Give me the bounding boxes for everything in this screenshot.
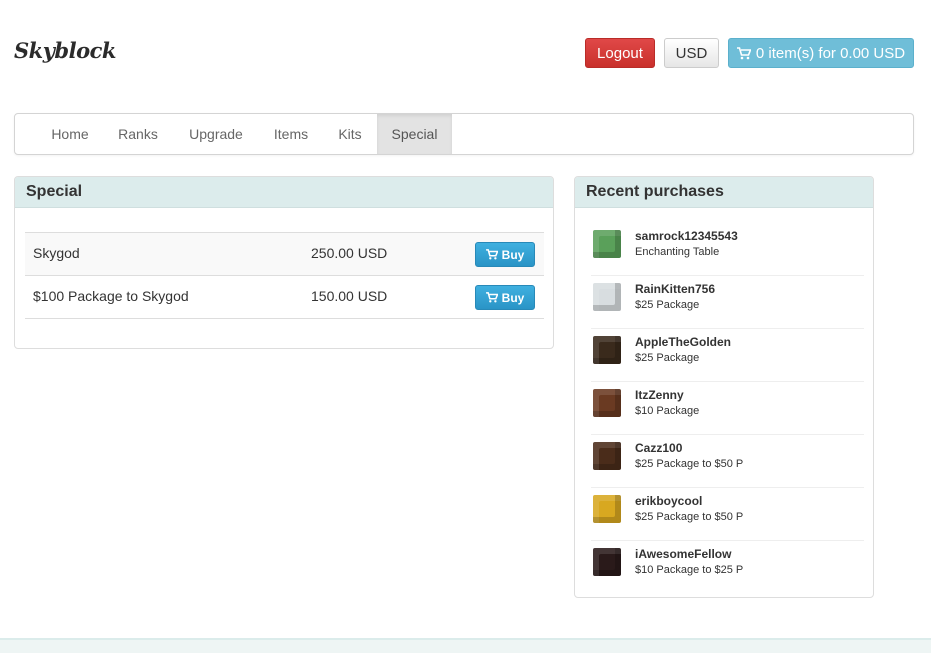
purchase-item: iAwesomeFellow $10 Package to $25 P (591, 541, 864, 594)
purchase-package: $25 Package (635, 299, 700, 311)
purchase-username: AppleTheGolden (635, 335, 731, 349)
logout-button[interactable]: Logout (585, 38, 655, 68)
recent-purchases-panel: Recent purchases samrock12345543 Enchanti… (574, 176, 874, 598)
package-table: Skygod 250.00 USD Buy $100 Package to Sk… (25, 232, 544, 319)
purchase-item: samrock12345543 Enchanting Table (591, 223, 864, 276)
purchase-package: $25 Package to $50 P (635, 511, 744, 523)
purchase-username: Cazz100 (635, 441, 683, 455)
buy-label: Buy (501, 290, 525, 305)
cart-button[interactable]: 0 item(s) for 0.00 USD (728, 38, 914, 68)
nav-item-ranks[interactable]: Ranks (105, 114, 171, 154)
player-avatar (593, 548, 621, 576)
purchase-package: $10 Package (635, 405, 700, 417)
player-avatar (593, 283, 621, 311)
player-avatar (593, 495, 621, 523)
player-avatar (593, 230, 621, 258)
currency-button[interactable]: USD (664, 38, 719, 68)
purchase-item: RainKitten756 $25 Package (591, 276, 864, 329)
package-name: $100 Package to Skygod (33, 288, 189, 304)
purchase-item: AppleTheGolden $25 Package (591, 329, 864, 382)
footer-divider (0, 638, 931, 653)
package-row: $100 Package to Skygod 150.00 USD Buy (25, 276, 544, 319)
purchase-item: Cazz100 $25 Package to $50 P (591, 435, 864, 488)
purchase-item: erikboycool $25 Package to $50 P (591, 488, 864, 541)
purchase-package: $10 Package to $25 P (635, 564, 744, 576)
purchase-item: ItzZenny $10 Package (591, 382, 864, 435)
cart-icon (736, 46, 751, 59)
nav-item-home[interactable]: Home (37, 114, 103, 154)
nav-item-items[interactable]: Items (260, 114, 322, 154)
purchase-package: Enchanting Table (635, 246, 720, 258)
cart-icon (485, 292, 498, 303)
package-price: 250.00 USD (311, 245, 388, 261)
main-navbar: Home Ranks Upgrade Items Kits Special (14, 113, 914, 155)
special-panel: Special Skygod 250.00 USD Buy $100 Packa… (14, 176, 554, 349)
package-name: Skygod (33, 245, 80, 261)
cart-icon (485, 249, 498, 260)
recent-purchases-title: Recent purchases (575, 177, 873, 208)
buy-button[interactable]: Buy (475, 285, 535, 310)
site-logo[interactable]: Skyblock (14, 38, 116, 63)
nav-item-kits[interactable]: Kits (328, 114, 372, 154)
player-avatar (593, 389, 621, 417)
package-price: 150.00 USD (311, 288, 388, 304)
buy-button[interactable]: Buy (475, 242, 535, 267)
purchase-username: iAwesomeFellow (635, 547, 732, 561)
purchase-package: $25 Package (635, 352, 700, 364)
cart-label: 0 item(s) for 0.00 USD (755, 44, 906, 62)
purchase-username: samrock12345543 (635, 229, 738, 243)
purchase-username: ItzZenny (635, 388, 684, 402)
player-avatar (593, 442, 621, 470)
purchase-package: $25 Package to $50 P (635, 458, 744, 470)
package-row: Skygod 250.00 USD Buy (25, 233, 544, 276)
player-avatar (593, 336, 621, 364)
nav-item-special[interactable]: Special (377, 114, 452, 154)
special-title: Special (15, 177, 553, 208)
buy-label: Buy (501, 247, 525, 262)
nav-item-upgrade[interactable]: Upgrade (177, 114, 255, 154)
purchase-username: RainKitten756 (635, 282, 716, 296)
purchase-username: erikboycool (635, 494, 703, 508)
